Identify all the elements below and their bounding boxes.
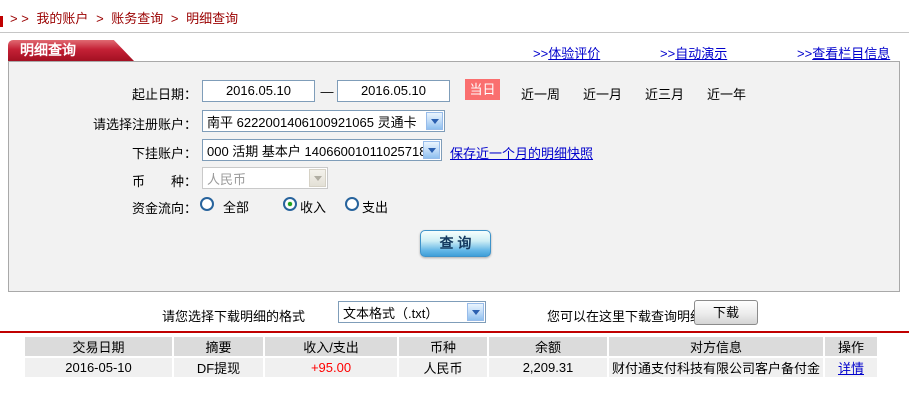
registered-account-label: 请选择注册账户：: [92, 117, 197, 132]
cell-action: 详情: [825, 358, 877, 377]
experience-review-link[interactable]: >>体验评价: [533, 43, 600, 62]
cell-amount: +95.00: [265, 358, 397, 377]
cell-currency: 人民币: [399, 358, 487, 377]
quick-filter-last-3-months[interactable]: 近三月: [645, 84, 684, 103]
flow-radio-expense-label: 支出: [362, 200, 389, 215]
top-divider: [0, 32, 909, 33]
sub-account-label: 下挂账户：: [131, 146, 197, 161]
breadcrumb-separator: >: [96, 11, 104, 26]
date-range-label: 起止日期：: [131, 87, 197, 102]
date-from-input[interactable]: 2016.05.10: [202, 80, 315, 102]
flow-radio-all-label: 全部: [223, 200, 250, 215]
link-label: 体验评价: [548, 46, 601, 61]
flow-radio-all[interactable]: [200, 197, 214, 211]
col-header-date: 交易日期: [25, 337, 172, 356]
download-button[interactable]: 下载: [694, 300, 758, 325]
table-top-divider: [0, 331, 909, 333]
breadcrumb-prefix: > >: [10, 11, 29, 26]
download-format-value: 文本格式（.txt）: [343, 305, 439, 321]
col-header-summary: 摘要: [174, 337, 263, 356]
sub-account-select[interactable]: 000 活期 基本户 1406600101102571848: [202, 139, 442, 161]
detail-link[interactable]: 详情: [838, 361, 864, 376]
query-button[interactable]: 查 询: [420, 230, 491, 257]
currency-value: 人民币: [207, 171, 247, 187]
currency-select: 人民币: [202, 167, 328, 189]
cell-date: 2016-05-10: [25, 358, 172, 377]
col-header-amount: 收入/支出: [265, 337, 397, 356]
quick-filter-last-week[interactable]: 近一周: [521, 84, 560, 103]
quick-filter-last-month[interactable]: 近一月: [583, 84, 622, 103]
auto-demo-link[interactable]: >>自动演示: [660, 43, 727, 62]
quick-filter-last-year[interactable]: 近一年: [707, 84, 746, 103]
flow-radio-income[interactable]: [283, 197, 297, 211]
link-prefix: >>: [797, 46, 813, 61]
table-row: 2016-05-10 DF提现 +95.00 人民币 2,209.31 财付通支…: [25, 358, 877, 377]
cell-balance: 2,209.31: [489, 358, 607, 377]
col-header-balance: 余额: [489, 337, 607, 356]
link-label: 查看栏目信息: [812, 46, 891, 61]
col-header-currency: 币种: [399, 337, 487, 356]
breadcrumb: > > 我的账户 > 账务查询 > 明细查询: [10, 8, 242, 27]
transaction-table: 交易日期 摘要 收入/支出 币种 余额 对方信息 操作 2016-05-10 D…: [23, 335, 879, 379]
chevron-down-icon: [309, 169, 326, 187]
left-red-tick: [0, 16, 3, 27]
save-snapshot-link[interactable]: 保存近一个月的明细快照: [450, 143, 593, 162]
breadcrumb-item-detail-query[interactable]: 明细查询: [186, 11, 238, 26]
flow-radio-income-label: 收入: [300, 200, 327, 215]
registered-account-value: 南平 6222001406100921065 灵通卡: [207, 114, 417, 130]
breadcrumb-item-account-query[interactable]: 账务查询: [111, 11, 163, 26]
link-label: 自动演示: [675, 46, 728, 61]
download-format-label: 请您选择下载明细的格式: [162, 309, 306, 324]
col-header-action: 操作: [825, 337, 877, 356]
currency-label: 币 种：: [131, 174, 197, 189]
chevron-down-icon[interactable]: [467, 303, 484, 321]
chevron-down-icon[interactable]: [423, 141, 440, 159]
flow-radio-expense[interactable]: [345, 197, 359, 211]
date-to-input[interactable]: 2016.05.10: [337, 80, 450, 102]
today-quick-filter[interactable]: 当日: [465, 79, 500, 100]
link-prefix: >>: [660, 46, 676, 61]
breadcrumb-separator: >: [170, 11, 179, 26]
cell-counterparty: 财付通支付科技有限公司客户备付金: [609, 358, 823, 377]
column-info-link[interactable]: >>查看栏目信息: [797, 43, 890, 62]
sub-account-value: 000 活期 基本户 1406600101102571848: [207, 143, 423, 159]
link-prefix: >>: [533, 46, 549, 61]
table-header-row: 交易日期 摘要 收入/支出 币种 余额 对方信息 操作: [25, 337, 877, 356]
page-title: 明细查询: [8, 40, 134, 61]
fund-flow-label: 资金流向：: [131, 201, 197, 216]
download-format-select[interactable]: 文本格式（.txt）: [338, 301, 486, 323]
breadcrumb-item-my-account[interactable]: 我的账户: [36, 11, 88, 26]
account-detail-query-page: > > 我的账户 > 账务查询 > 明细查询 明细查询 >>体验评价 >>自动演…: [0, 0, 909, 404]
date-range-separator: —: [320, 84, 334, 99]
chevron-down-icon[interactable]: [426, 112, 443, 130]
cell-summary: DF提现: [174, 358, 263, 377]
col-header-counterparty: 对方信息: [609, 337, 823, 356]
registered-account-select[interactable]: 南平 6222001406100921065 灵通卡: [202, 110, 445, 132]
